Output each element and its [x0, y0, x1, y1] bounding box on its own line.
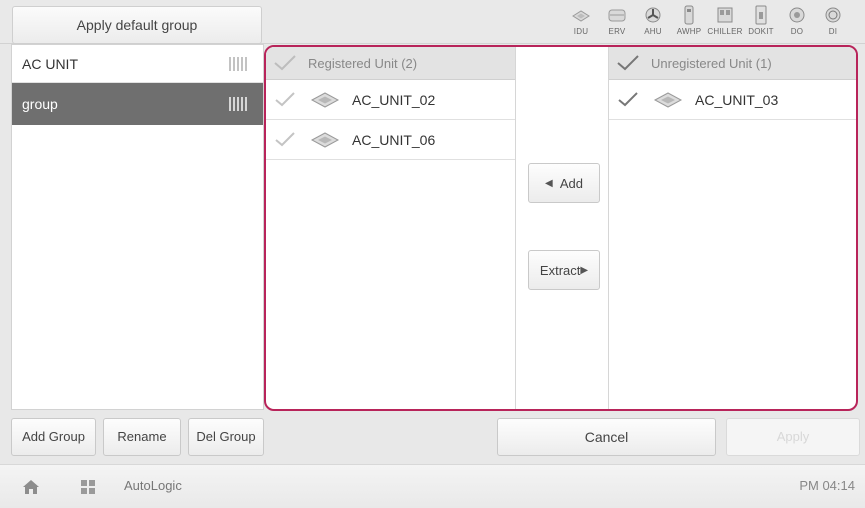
check-icon[interactable] [617, 91, 639, 109]
chiller-icon[interactable]: CHILLER [707, 4, 743, 36]
unregistered-header-label: Unregistered Unit (1) [651, 55, 772, 71]
list-item[interactable]: AC_UNIT_03 [609, 80, 856, 120]
registered-unit-list: Registered Unit (2) AC_UNIT_02 AC_UNIT_0… [266, 47, 516, 409]
list-item[interactable]: AC_UNIT_06 [266, 120, 515, 160]
unit-name: AC_UNIT_03 [695, 91, 779, 108]
add-group-button[interactable]: Add Group [11, 418, 96, 456]
cassette-unit-icon [310, 131, 340, 148]
unit-type-icons: IDU ERV AHU AWHP CHILLER DOKIT DO DI [563, 4, 851, 36]
add-label: Add [559, 175, 584, 191]
transfer-buttons: ◀ Add Extract ▶ [516, 47, 609, 409]
rename-button[interactable]: Rename [103, 418, 181, 456]
cassette-unit-icon [310, 91, 340, 108]
unregistered-unit-list: Unregistered Unit (1) AC_UNIT_03 [609, 47, 856, 409]
unit-name: AC_UNIT_02 [352, 91, 436, 108]
dokit-label: DOKIT [748, 27, 774, 36]
ahu-icon[interactable]: AHU [635, 4, 671, 36]
group-item-ac-unit[interactable]: AC UNIT [12, 45, 263, 83]
apply-button[interactable]: Apply [726, 418, 860, 456]
extract-label: Extract [539, 262, 581, 278]
group-item-label: AC UNIT [22, 56, 78, 72]
drag-handle-icon[interactable] [229, 97, 249, 111]
arrow-right-icon: ▶ [580, 264, 589, 276]
awhp-icon[interactable]: AWHP [671, 4, 707, 36]
unregistered-header[interactable]: Unregistered Unit (1) [609, 47, 856, 80]
top-toolbar: Apply default group IDU ERV AHU AWHP CHI… [0, 0, 865, 44]
awhp-label: AWHP [676, 27, 702, 36]
cassette-unit-icon [653, 91, 683, 108]
app-name: AutoLogic [124, 478, 182, 493]
clock: PM 04:14 [799, 478, 855, 493]
cancel-button[interactable]: Cancel [497, 418, 716, 456]
check-all-icon[interactable] [272, 53, 298, 73]
erv-icon[interactable]: ERV [599, 4, 635, 36]
extract-button[interactable]: Extract ▶ [528, 250, 600, 290]
group-item-label: group [22, 96, 58, 112]
registered-header-label: Registered Unit (2) [308, 55, 418, 71]
check-icon[interactable] [274, 131, 296, 149]
unit-transfer-panel: Registered Unit (2) AC_UNIT_02 AC_UNIT_0… [264, 45, 858, 411]
list-item[interactable]: AC_UNIT_02 [266, 80, 515, 120]
menu-grid-icon[interactable] [81, 480, 95, 494]
chiller-label: CHILLER [707, 27, 743, 36]
home-icon[interactable] [22, 479, 40, 495]
del-group-button[interactable]: Del Group [188, 418, 264, 456]
group-item-group[interactable]: group [12, 83, 263, 125]
check-icon[interactable] [274, 91, 296, 109]
drag-handle-icon[interactable] [229, 57, 249, 71]
erv-label: ERV [608, 27, 626, 36]
arrow-left-icon: ◀ [544, 177, 553, 189]
add-button[interactable]: ◀ Add [528, 163, 600, 203]
group-list: AC UNIT group [11, 44, 264, 410]
di-label: DI [828, 27, 838, 36]
check-all-icon[interactable] [615, 53, 641, 73]
ahu-label: AHU [644, 27, 662, 36]
dokit-icon[interactable]: DOKIT [743, 4, 779, 36]
idu-icon[interactable]: IDU [563, 4, 599, 36]
apply-default-group-button[interactable]: Apply default group [12, 6, 262, 44]
do-label: DO [790, 27, 804, 36]
idu-label: IDU [573, 27, 589, 36]
status-bar: AutoLogic PM 04:14 [0, 464, 865, 508]
registered-header[interactable]: Registered Unit (2) [266, 47, 515, 80]
di-icon[interactable]: DI [815, 4, 851, 36]
do-icon[interactable]: DO [779, 4, 815, 36]
unit-name: AC_UNIT_06 [352, 131, 436, 148]
